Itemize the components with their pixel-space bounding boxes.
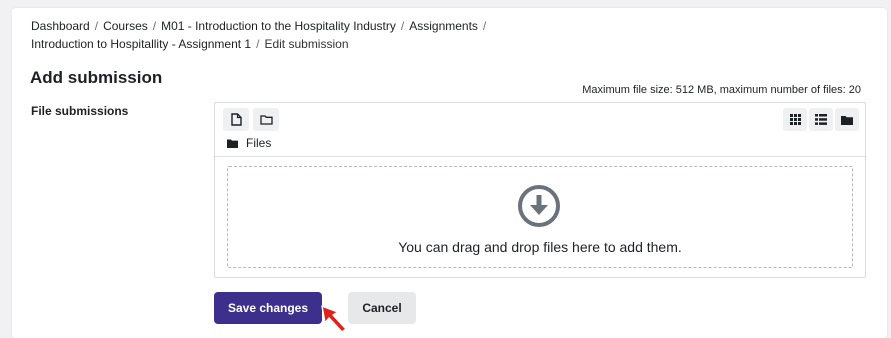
breadcrumb-separator: /	[482, 19, 487, 33]
breadcrumb-course[interactable]: M01 - Introduction to the Hospitality In…	[161, 19, 396, 33]
tree-view-button[interactable]	[835, 108, 859, 131]
breadcrumb-courses[interactable]: Courses	[103, 19, 148, 33]
folder-icon	[227, 139, 238, 148]
tree-view-icon	[841, 115, 853, 125]
save-changes-button[interactable]: Save changes	[214, 292, 322, 324]
file-submissions-label: File submissions	[31, 104, 129, 118]
breadcrumb-current: Edit submission	[264, 37, 349, 51]
breadcrumb-separator: /	[94, 19, 99, 33]
create-folder-button[interactable]	[253, 108, 279, 131]
file-dropzone[interactable]: You can drag and drop files here to add …	[227, 166, 853, 268]
file-limits-text: Maximum file size: 512 MB, maximum numbe…	[582, 84, 861, 96]
file-manager: Files You can drag and drop files here t…	[214, 102, 866, 278]
breadcrumb-separator: /	[400, 19, 405, 33]
dropzone-text: You can drag and drop files here to add …	[398, 239, 682, 255]
page-title: Add submission	[30, 68, 163, 87]
red-arrow-icon	[321, 305, 347, 333]
file-manager-toolbar	[223, 108, 279, 131]
add-file-icon	[230, 113, 242, 126]
breadcrumb-assignments[interactable]: Assignments	[409, 19, 478, 33]
create-folder-icon	[259, 115, 273, 125]
list-view-button[interactable]	[809, 108, 833, 131]
path-label: Files	[246, 136, 272, 150]
breadcrumb-separator: /	[152, 19, 157, 33]
cancel-button[interactable]: Cancel	[348, 292, 416, 324]
file-manager-path: Files	[227, 136, 271, 150]
breadcrumb-assignment[interactable]: Introduction to Hospitallity - Assignmen…	[31, 37, 251, 51]
add-file-button[interactable]	[223, 108, 249, 131]
icons-view-button[interactable]	[783, 108, 807, 131]
divider	[215, 156, 865, 157]
breadcrumb-dashboard[interactable]: Dashboard	[31, 19, 90, 33]
icons-view-icon	[789, 114, 801, 125]
breadcrumb-separator: /	[256, 37, 260, 51]
list-view-icon	[815, 114, 827, 125]
download-circle-icon	[518, 185, 560, 227]
breadcrumb: Dashboard / Courses / M01 - Introduction to …	[31, 17, 631, 53]
view-switcher	[783, 108, 859, 131]
